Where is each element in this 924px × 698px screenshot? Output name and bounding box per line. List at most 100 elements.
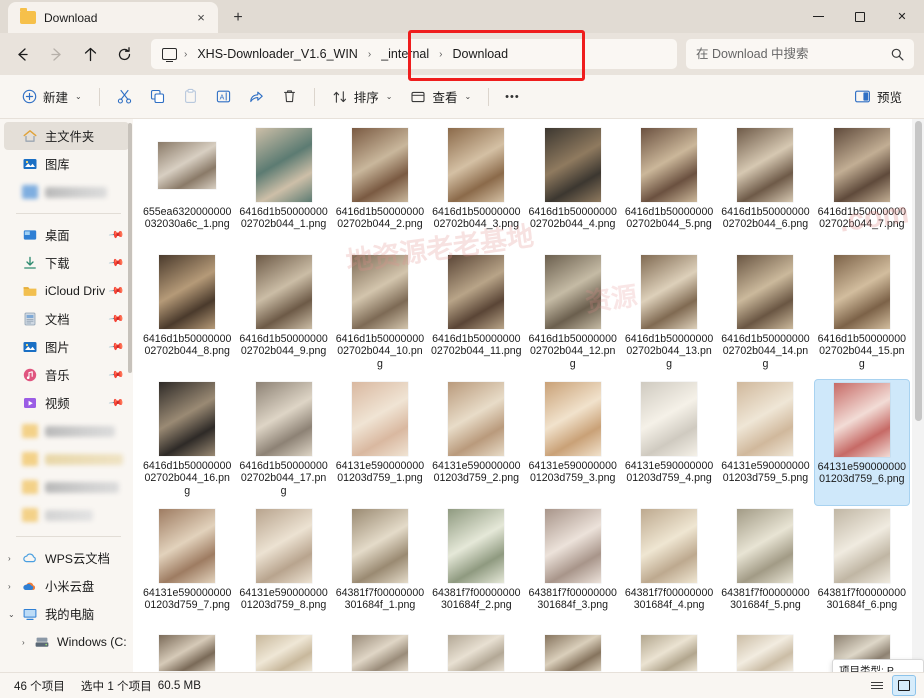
- file-item[interactable]: [717, 633, 813, 672]
- sidebar-item-blurred[interactable]: [4, 178, 129, 206]
- file-item[interactable]: 6416d1b5000000002702b044_7.png: [814, 125, 910, 252]
- file-item[interactable]: 64381f7f00000000301684f_5.png: [717, 506, 813, 633]
- file-name-label: 64131e59000000001203d759_8.png: [239, 587, 328, 612]
- sidebar-item-icloud-drive[interactable]: iCloud Driv 📌: [4, 277, 129, 305]
- thumbnail-container: [525, 381, 621, 457]
- more-options-button[interactable]: •••: [498, 82, 527, 112]
- address-bar[interactable]: › XHS-Downloader_V1.6_WIN › _internal › …: [151, 39, 677, 69]
- refresh-icon[interactable]: [108, 39, 141, 69]
- sidebar-item-label: 图库: [45, 158, 70, 172]
- sidebar-item-music[interactable]: 音乐 📌: [4, 361, 129, 389]
- file-item[interactable]: 6416d1b5000000002702b044_1.png: [235, 125, 331, 252]
- delete-button[interactable]: [274, 82, 305, 112]
- preview-pane-button[interactable]: 预览: [846, 82, 910, 112]
- details-view-button[interactable]: [865, 675, 889, 696]
- maximize-button[interactable]: [839, 0, 880, 33]
- sidebar-item-downloads[interactable]: 下载 📌: [4, 249, 129, 277]
- sidebar-item-mi-cloud[interactable]: › 小米云盘: [4, 572, 129, 600]
- file-item[interactable]: [621, 633, 717, 672]
- file-item[interactable]: 655ea6320000000032030a6c_1.png: [139, 125, 235, 252]
- file-item[interactable]: 64131e59000000001203d759_3.png: [525, 379, 621, 506]
- minimize-button[interactable]: [798, 0, 839, 33]
- sort-button[interactable]: 排序 ⌄: [324, 82, 401, 112]
- sidebar-item-pictures[interactable]: 图片 📌: [4, 333, 129, 361]
- search-input[interactable]: [696, 47, 885, 61]
- chevron-right-icon[interactable]: ›: [8, 554, 11, 563]
- back-icon[interactable]: [6, 39, 39, 69]
- sidebar-item-wps-cloud[interactable]: › WPS云文档: [4, 544, 129, 572]
- view-button[interactable]: 查看 ⌄: [402, 82, 479, 112]
- search-box[interactable]: [686, 39, 914, 69]
- sidebar-item-videos[interactable]: 视频 📌: [4, 389, 129, 417]
- file-item[interactable]: 6416d1b5000000002702b044_16.png: [139, 379, 235, 506]
- pin-icon: 📌: [107, 282, 125, 300]
- sidebar-scrollbar[interactable]: [128, 123, 132, 373]
- new-button[interactable]: 新建 ⌄: [14, 82, 90, 112]
- file-item[interactable]: [235, 633, 331, 672]
- up-icon[interactable]: [74, 39, 107, 69]
- sidebar-item-blurred[interactable]: [4, 473, 129, 501]
- file-item[interactable]: 6416d1b5000000002702b044_5.png: [621, 125, 717, 252]
- file-item[interactable]: 6416d1b5000000002702b044_4.png: [525, 125, 621, 252]
- sidebar-item-desktop[interactable]: 桌面 📌: [4, 221, 129, 249]
- sidebar-item-documents[interactable]: 文档 📌: [4, 305, 129, 333]
- file-item[interactable]: 6416d1b5000000002702b044_12.png: [525, 252, 621, 379]
- sidebar-item-blurred[interactable]: [4, 501, 129, 529]
- file-item[interactable]: 6416d1b5000000002702b044_13.png: [621, 252, 717, 379]
- sidebar-item-this-pc[interactable]: ⌄ 我的电脑: [4, 600, 129, 628]
- file-grid[interactable]: 655ea6320000000032030a6c_1.png 6416d1b500…: [133, 119, 912, 672]
- file-item[interactable]: [428, 633, 524, 672]
- file-item[interactable]: 64381f7f00000000301684f_1.png: [332, 506, 428, 633]
- file-item[interactable]: 64131e59000000001203d759_2.png: [428, 379, 524, 506]
- forward-icon[interactable]: [40, 39, 73, 69]
- file-item[interactable]: 6416d1b5000000002702b044_14.png: [717, 252, 813, 379]
- large-icons-view-button[interactable]: [892, 675, 916, 696]
- file-item-selected[interactable]: 64131e59000000001203d759_6.png: [813, 379, 910, 506]
- file-item[interactable]: 6416d1b5000000002702b044_6.png: [717, 125, 813, 252]
- tab-download[interactable]: Download ×: [8, 2, 218, 33]
- file-item[interactable]: [139, 633, 235, 672]
- file-item[interactable]: [525, 633, 621, 672]
- scrollbar-thumb[interactable]: [915, 121, 922, 421]
- file-item[interactable]: 6416d1b5000000002702b044_8.png: [139, 252, 235, 379]
- sidebar-item-blurred[interactable]: [4, 417, 129, 445]
- copy-button[interactable]: [142, 82, 173, 112]
- file-item[interactable]: 6416d1b5000000002702b044_9.png: [235, 252, 331, 379]
- new-tab-button[interactable]: +: [224, 4, 252, 32]
- sidebar-item-blurred[interactable]: [4, 445, 129, 473]
- file-item[interactable]: 6416d1b5000000002702b044_11.png: [428, 252, 524, 379]
- file-item[interactable]: 6416d1b5000000002702b044_10.png: [332, 252, 428, 379]
- chevron-down-icon[interactable]: ⌄: [8, 610, 15, 619]
- file-item[interactable]: 64131e59000000001203d759_1.png: [332, 379, 428, 506]
- file-item[interactable]: 64381f7f00000000301684f_4.png: [621, 506, 717, 633]
- sidebar-item-windows-c[interactable]: › Windows (C:: [4, 628, 129, 656]
- chevron-right-icon[interactable]: ›: [8, 582, 11, 591]
- file-list-view[interactable]: 655ea6320000000032030a6c_1.png 6416d1b500…: [133, 119, 924, 672]
- sidebar-divider: [16, 536, 121, 537]
- file-item[interactable]: 6416d1b5000000002702b044_17.png: [235, 379, 331, 506]
- cut-button[interactable]: [109, 82, 140, 112]
- close-window-button[interactable]: ✕: [880, 0, 924, 33]
- breadcrumb-item-xhs[interactable]: XHS-Downloader_V1.6_WIN: [191, 44, 364, 64]
- close-tab-icon[interactable]: ×: [190, 7, 212, 29]
- file-item[interactable]: 64131e59000000001203d759_7.png: [139, 506, 235, 633]
- file-item[interactable]: 64381f7f00000000301684f_3.png: [525, 506, 621, 633]
- file-thumbnail: [158, 141, 217, 189]
- share-button[interactable]: [241, 82, 272, 112]
- file-item[interactable]: 6416d1b5000000002702b044_2.png: [332, 125, 428, 252]
- sidebar-item-home[interactable]: 主文件夹: [4, 122, 129, 150]
- file-item[interactable]: 64131e59000000001203d759_4.png: [621, 379, 717, 506]
- file-item[interactable]: 64131e59000000001203d759_5.png: [717, 379, 813, 506]
- file-item[interactable]: 64381f7f00000000301684f_6.png: [814, 506, 910, 633]
- breadcrumb-item-internal[interactable]: _internal: [375, 44, 435, 64]
- file-item[interactable]: 64381f7f00000000301684f_2.png: [428, 506, 524, 633]
- rename-button[interactable]: A: [208, 82, 239, 112]
- chevron-right-icon[interactable]: ›: [22, 638, 25, 647]
- file-item[interactable]: [332, 633, 428, 672]
- sidebar-item-gallery[interactable]: 图库: [4, 150, 129, 178]
- breadcrumb-item-download[interactable]: Download: [446, 44, 514, 64]
- preview-pane-label: 预览: [876, 91, 902, 105]
- file-item[interactable]: 6416d1b5000000002702b044_15.png: [814, 252, 910, 379]
- file-item[interactable]: 64131e59000000001203d759_8.png: [235, 506, 331, 633]
- file-item[interactable]: 6416d1b5000000002702b044_3.png: [428, 125, 524, 252]
